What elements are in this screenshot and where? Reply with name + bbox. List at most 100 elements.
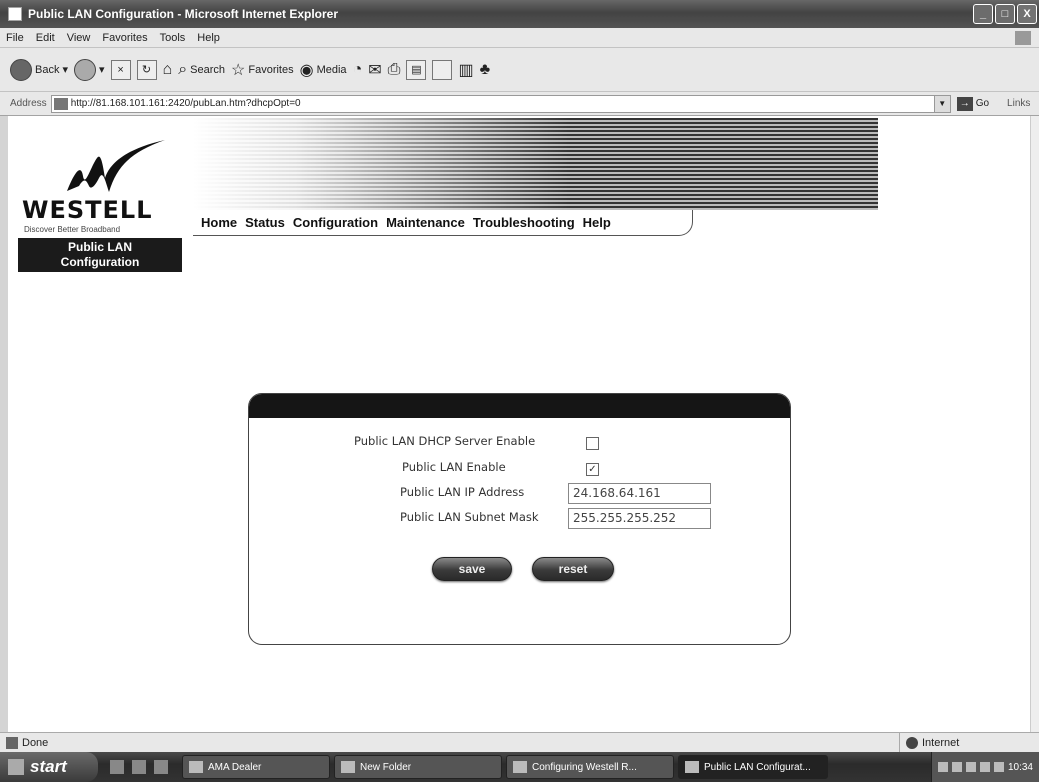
messenger-icon[interactable]: ♣ bbox=[480, 61, 491, 79]
start-button[interactable]: start bbox=[0, 752, 98, 782]
lan-enable-row: Public LAN Enable bbox=[402, 460, 506, 474]
brand-name: WESTELL bbox=[22, 196, 153, 224]
chevron-down-icon: ▾ bbox=[99, 64, 105, 76]
windows-flag-icon bbox=[1015, 30, 1031, 45]
page-content: WESTELL Discover Better Broadband Home S… bbox=[8, 116, 1030, 732]
header-banner bbox=[193, 118, 878, 210]
quick-launch bbox=[110, 760, 168, 774]
section-label-line2: Configuration bbox=[60, 255, 140, 269]
media-button[interactable]: ◉ Media bbox=[300, 60, 347, 80]
address-input[interactable]: http://81.168.101.161:2420/pubLan.htm?dh… bbox=[50, 94, 951, 113]
lan-enable-checkbox[interactable]: ✓ bbox=[586, 463, 599, 476]
app-icon bbox=[189, 761, 203, 773]
back-arrow-icon bbox=[10, 58, 32, 81]
reset-button[interactable]: reset bbox=[532, 557, 614, 581]
task-label: AMA Dealer bbox=[208, 761, 262, 773]
vertical-scrollbar[interactable] bbox=[1030, 116, 1039, 732]
status-bar: Done Internet bbox=[0, 732, 1039, 752]
forward-button[interactable]: ▾ bbox=[74, 58, 105, 81]
refresh-icon[interactable]: ↻ bbox=[136, 59, 157, 80]
task-public-lan[interactable]: Public LAN Configurat... bbox=[678, 755, 828, 779]
nav-configuration[interactable]: Configuration bbox=[293, 215, 378, 230]
mask-row: Public LAN Subnet Mask bbox=[400, 510, 539, 524]
save-button[interactable]: save bbox=[432, 557, 512, 581]
nav-home[interactable]: Home bbox=[201, 215, 237, 230]
media-icon: ◉ bbox=[299, 61, 314, 79]
menu-bar: File Edit View Favorites Tools Help bbox=[0, 28, 1039, 48]
volume-icon[interactable] bbox=[979, 762, 990, 772]
tray-icon[interactable] bbox=[937, 762, 948, 772]
show-desktop-icon[interactable] bbox=[110, 760, 124, 774]
task-label: New Folder bbox=[360, 761, 412, 773]
menu-favorites[interactable]: Favorites bbox=[96, 32, 153, 44]
close-button[interactable]: X bbox=[1017, 4, 1037, 24]
nav-maintenance[interactable]: Maintenance bbox=[386, 215, 465, 230]
chevron-down-icon: ▾ bbox=[62, 64, 68, 76]
page-done-icon bbox=[6, 736, 18, 749]
document-icon bbox=[513, 761, 527, 773]
ip-row: Public LAN IP Address bbox=[400, 485, 524, 499]
nav-status[interactable]: Status bbox=[245, 215, 285, 230]
westell-logo: WESTELL Discover Better Broadband bbox=[16, 136, 186, 234]
search-button[interactable]: ⌕ Search bbox=[178, 61, 225, 79]
task-ama-dealer[interactable]: AMA Dealer bbox=[182, 755, 330, 779]
westell-swoosh-icon bbox=[67, 140, 165, 192]
task-label: Public LAN Configurat... bbox=[704, 761, 811, 773]
ie-quicklaunch-icon[interactable] bbox=[132, 760, 146, 774]
window-title: Public LAN Configuration - Microsoft Int… bbox=[28, 7, 339, 21]
lan-enable-label: Public LAN Enable bbox=[402, 460, 506, 474]
media-quicklaunch-icon[interactable] bbox=[154, 760, 168, 774]
address-label: Address bbox=[10, 98, 47, 109]
search-label: Search bbox=[190, 63, 226, 76]
history-icon[interactable]: ◔ bbox=[353, 61, 363, 79]
nav-help[interactable]: Help bbox=[583, 215, 611, 230]
favorites-label: Favorites bbox=[248, 63, 294, 76]
tray-icon[interactable] bbox=[951, 762, 962, 772]
ip-address-input[interactable]: 24.168.64.161 bbox=[568, 483, 711, 504]
forward-arrow-icon bbox=[74, 58, 96, 81]
back-label: Back bbox=[35, 63, 60, 76]
menu-edit[interactable]: Edit bbox=[30, 32, 61, 44]
section-label-line1: Public LAN bbox=[67, 240, 132, 254]
minimize-button[interactable]: _ bbox=[973, 4, 993, 24]
main-nav: Home Status Configuration Maintenance Tr… bbox=[193, 210, 693, 236]
edit-icon[interactable]: ▤ bbox=[406, 59, 427, 80]
public-lan-form-panel: Public LAN DHCP Server Enable Public LAN… bbox=[248, 393, 791, 645]
task-label: Configuring Westell R... bbox=[532, 761, 637, 773]
stop-icon[interactable]: × bbox=[110, 59, 131, 80]
research-icon[interactable]: ▥ bbox=[458, 60, 473, 80]
toolbar: Back ▾ ▾ × ↻ ⌂ ⌕ Search ☆ Favorites ◉ Me… bbox=[0, 48, 1039, 92]
taskbar: start AMA Dealer New Folder Configuring … bbox=[0, 752, 1039, 782]
menu-help[interactable]: Help bbox=[191, 32, 226, 44]
system-tray: 10:34 bbox=[930, 752, 1039, 782]
network-icon[interactable] bbox=[993, 762, 1004, 772]
print-icon[interactable]: ⎙ bbox=[388, 61, 401, 79]
go-arrow-icon: → bbox=[956, 96, 973, 111]
mail-icon[interactable]: ✉ bbox=[368, 60, 381, 80]
chevron-down-icon[interactable]: ▼ bbox=[933, 95, 950, 112]
task-configuring-westell[interactable]: Configuring Westell R... bbox=[506, 755, 674, 779]
home-icon[interactable]: ⌂ bbox=[163, 61, 173, 79]
windows-logo-icon bbox=[8, 759, 24, 775]
folder-icon bbox=[341, 761, 355, 773]
nav-troubleshooting[interactable]: Troubleshooting bbox=[473, 215, 575, 230]
media-label: Media bbox=[316, 63, 347, 76]
back-button[interactable]: Back ▾ bbox=[10, 58, 68, 81]
menu-tools[interactable]: Tools bbox=[154, 32, 192, 44]
window-title-bar[interactable]: Public LAN Configuration - Microsoft Int… bbox=[0, 0, 1039, 28]
ie-task-icon bbox=[685, 761, 699, 773]
menu-view[interactable]: View bbox=[61, 32, 97, 44]
subnet-mask-input[interactable]: 255.255.255.252 bbox=[568, 508, 711, 529]
go-label: Go bbox=[975, 98, 990, 109]
maximize-button[interactable]: □ bbox=[995, 4, 1015, 24]
dhcp-row: Public LAN DHCP Server Enable bbox=[354, 434, 535, 448]
favorites-button[interactable]: ☆ Favorites bbox=[231, 60, 294, 80]
task-new-folder[interactable]: New Folder bbox=[334, 755, 502, 779]
tray-icon[interactable] bbox=[965, 762, 976, 772]
discuss-icon[interactable] bbox=[432, 59, 453, 80]
links-button[interactable]: Links bbox=[1007, 98, 1030, 109]
go-button[interactable]: → Go bbox=[956, 96, 990, 111]
dhcp-checkbox[interactable] bbox=[586, 437, 599, 450]
address-bar: Address http://81.168.101.161:2420/pubLa… bbox=[0, 92, 1039, 116]
menu-file[interactable]: File bbox=[0, 32, 30, 44]
